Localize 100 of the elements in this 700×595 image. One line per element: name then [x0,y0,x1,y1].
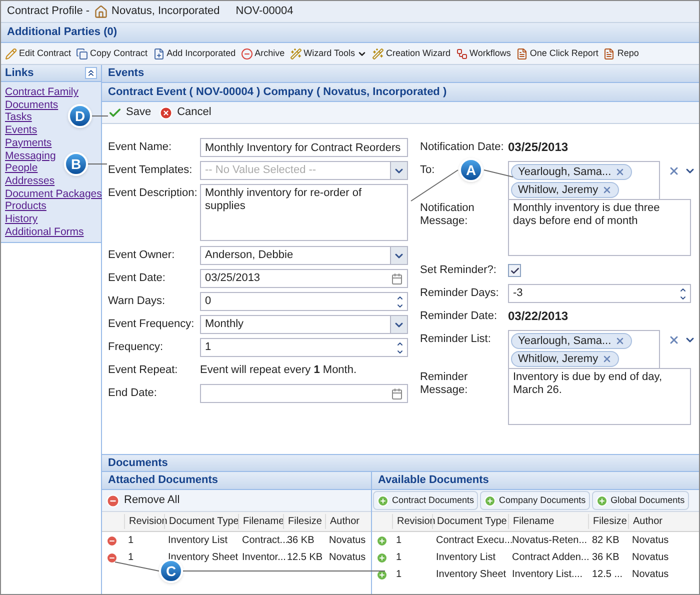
wand-icon [372,48,384,60]
toolbar-button[interactable]: Archive [240,46,285,60]
clear-icon[interactable] [668,334,680,346]
recipient-tag[interactable]: Whitlow, Jeremy [511,182,620,198]
checkbox[interactable] [508,264,521,277]
leader-line [484,170,514,178]
copy-icon [76,48,88,60]
field-label: Notification Message: [420,202,476,228]
table-cell: Contract Execu... [436,535,513,546]
sidebar-link[interactable]: Events [5,124,38,137]
company-name: Novatus, Incorporated [112,4,220,20]
recipient-tag[interactable]: Yearlough, Sama... [511,164,632,180]
document-source-button[interactable]: Contract Documents [373,491,478,510]
toolbar-button[interactable]: Wizard Tools [290,46,367,60]
remove-icon[interactable] [106,552,118,564]
date-value: 03/25/2013 [508,141,568,154]
column-header[interactable]: Document Type [437,516,507,527]
table-cell: Novatus-Reten... [512,535,588,546]
remove-icon[interactable] [615,167,626,177]
table-cell: Inventory List.... [512,569,583,580]
toolbar-button[interactable]: Edit Contract [5,46,72,60]
add-icon[interactable] [376,552,388,564]
form-title: Contract Event ( NOV-00004 ) Company ( Novatus, Incorporated ) [108,84,447,100]
sidebar-link[interactable]: Tasks [5,111,32,124]
sidebar-link[interactable]: Documents [5,98,58,112]
date-field[interactable] [200,384,408,403]
report-icon [603,48,616,60]
table-cell: Novatus [632,535,669,546]
number-field[interactable]: 0 [200,292,408,311]
column-header[interactable]: Author [633,516,662,527]
cancel-button[interactable]: Cancel [159,104,212,121]
number-field[interactable]: 1 [200,338,408,357]
field-label: Event Description: [108,187,198,200]
field-label: Reminder Days: [420,287,499,300]
recipient-tag[interactable]: Whitlow, Jeremy [511,351,620,367]
text-area[interactable]: Inventory is due by end of day, March 26. [508,368,691,425]
sidebar-link[interactable]: Messaging [5,150,56,162]
toolbar-button[interactable]: Workflows [456,46,511,60]
number-field[interactable]: -3 [508,284,691,303]
sidebar-link[interactable]: Contract Family [5,86,79,99]
clear-icon[interactable] [668,165,680,177]
field-label: Set Reminder?: [420,264,496,277]
recipient-field[interactable]: Yearlough, Sama... Whitlow, Jeremy [508,161,660,201]
add-icon[interactable] [376,568,388,580]
table-cell: 36 KB [287,535,314,546]
column-header[interactable]: Filename [243,516,284,527]
toolbar-button[interactable]: Creation Wizard [372,46,451,60]
column-header[interactable]: Revision [397,516,436,527]
save-button[interactable]: Save [108,104,152,121]
recipient-tag[interactable]: Yearlough, Sama... [511,333,632,349]
section-title: Documents [108,456,168,471]
workflow-icon [456,48,468,60]
section-title[interactable]: Additional Parties (0) [7,24,118,41]
field-label: Event Templates: [108,164,192,177]
sidebar-link[interactable]: Document Packages [5,188,102,200]
remove-icon[interactable] [615,336,626,346]
toolbar-button[interactable]: One Click Report [516,46,598,60]
sidebar-link[interactable]: Additional Forms [5,226,84,238]
remove-icon[interactable] [106,534,118,546]
document-source-button[interactable]: Global Documents [592,491,689,510]
sidebar-link[interactable]: People [5,162,38,175]
table-cell: Novatus [329,535,366,546]
dropdown-field[interactable]: Monthly [200,315,408,334]
panel-title: Attached Documents [108,473,218,488]
document-source-button[interactable]: Company Documents [480,491,590,510]
remove-icon[interactable] [602,354,612,364]
toolbar-button[interactable]: Add Incorporated [152,46,236,60]
sidebar-link[interactable]: Payments [5,136,52,150]
field-label: Event Name: [108,141,172,154]
table-cell: 1 [396,535,402,546]
column-header[interactable]: Revision [129,516,168,527]
sidebar-link[interactable]: Products [5,200,46,214]
field-label: Reminder List: [420,333,491,346]
text-area[interactable]: Monthly inventory is due three days before end of month [508,199,691,256]
column-header[interactable]: Author [330,516,360,527]
sidebar-link[interactable]: History [5,213,38,226]
table-cell: 12.5 ... [592,569,623,580]
table-cell: Inventor... [242,552,286,563]
recipient-field[interactable]: Yearlough, Sama... Whitlow, Jeremy [508,330,660,370]
toolbar-button[interactable]: Repo [603,46,639,60]
dropdown-field[interactable]: Anderson, Debbie [200,246,408,265]
add-icon [596,494,608,506]
calendar-icon[interactable] [391,388,403,400]
field-label: Event Owner: [108,249,175,262]
toolbar-button[interactable]: Copy Contract [76,46,148,60]
collapse-icon[interactable] [85,67,97,79]
table-cell: Inventory Sheet [436,569,506,580]
remove-icon[interactable] [602,185,612,195]
calendar-icon[interactable] [391,272,403,284]
column-header[interactable]: Filesize [288,516,322,527]
column-header[interactable]: Filename [513,516,554,527]
column-header[interactable]: Document Type [169,516,239,527]
date-field[interactable]: 03/25/2013 [200,269,408,288]
add-icon[interactable] [376,534,388,546]
field-label: Warn Days: [108,295,166,308]
page-title: Contract Profile - [7,4,90,20]
text-field[interactable]: Monthly Inventory for Contract Reorders [200,138,408,157]
column-header[interactable]: Filesize [593,516,627,527]
sidebar-link[interactable]: Addresses [5,174,55,188]
text-area[interactable]: Monthly inventory for re-order of supplies [200,184,408,241]
